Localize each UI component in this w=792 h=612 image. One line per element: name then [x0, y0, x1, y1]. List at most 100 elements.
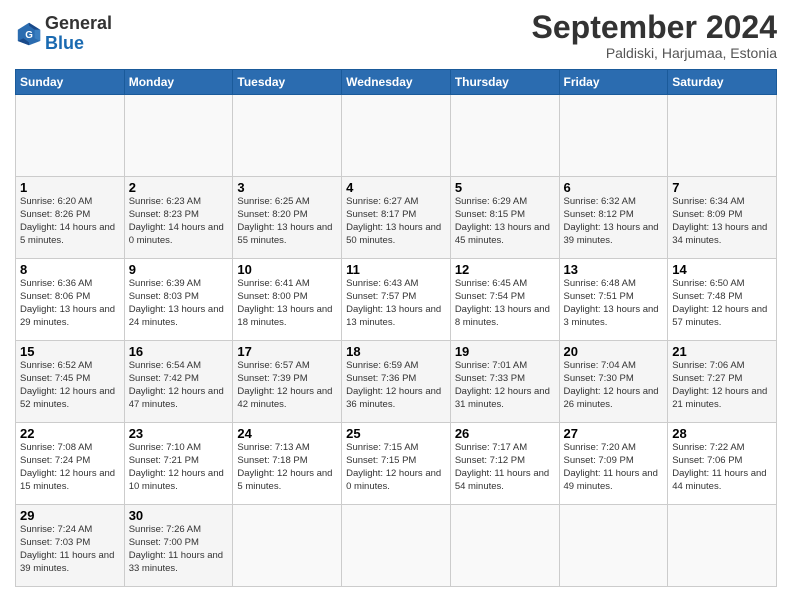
- calendar-day-cell: [668, 505, 777, 587]
- day-info: Sunrise: 7:17 AM Sunset: 7:12 PM Dayligh…: [455, 442, 555, 493]
- header-thursday: Thursday: [450, 70, 559, 95]
- weekday-header-row: Sunday Monday Tuesday Wednesday Thursday…: [16, 70, 777, 95]
- calendar-day-cell: 21Sunrise: 7:06 AM Sunset: 7:27 PM Dayli…: [668, 341, 777, 423]
- day-info: Sunrise: 6:36 AM Sunset: 8:06 PM Dayligh…: [20, 278, 120, 329]
- day-number: 1: [20, 180, 120, 195]
- day-number: 7: [672, 180, 772, 195]
- calendar-day-cell: 5Sunrise: 6:29 AM Sunset: 8:15 PM Daylig…: [450, 177, 559, 259]
- day-number: 3: [237, 180, 337, 195]
- day-number: 12: [455, 262, 555, 277]
- day-info: Sunrise: 7:06 AM Sunset: 7:27 PM Dayligh…: [672, 360, 772, 411]
- day-number: 27: [564, 426, 664, 441]
- day-number: 30: [129, 508, 229, 523]
- day-info: Sunrise: 6:45 AM Sunset: 7:54 PM Dayligh…: [455, 278, 555, 329]
- calendar-day-cell: 7Sunrise: 6:34 AM Sunset: 8:09 PM Daylig…: [668, 177, 777, 259]
- day-info: Sunrise: 6:54 AM Sunset: 7:42 PM Dayligh…: [129, 360, 229, 411]
- day-number: 5: [455, 180, 555, 195]
- calendar-day-cell: [559, 95, 668, 177]
- day-info: Sunrise: 6:50 AM Sunset: 7:48 PM Dayligh…: [672, 278, 772, 329]
- day-info: Sunrise: 7:22 AM Sunset: 7:06 PM Dayligh…: [672, 442, 772, 493]
- logo: G General Blue: [15, 14, 112, 54]
- day-info: Sunrise: 6:32 AM Sunset: 8:12 PM Dayligh…: [564, 196, 664, 247]
- calendar-week-row: 22Sunrise: 7:08 AM Sunset: 7:24 PM Dayli…: [16, 423, 777, 505]
- day-info: Sunrise: 7:10 AM Sunset: 7:21 PM Dayligh…: [129, 442, 229, 493]
- day-number: 20: [564, 344, 664, 359]
- calendar-day-cell: [559, 505, 668, 587]
- day-info: Sunrise: 7:24 AM Sunset: 7:03 PM Dayligh…: [20, 524, 120, 575]
- day-number: 28: [672, 426, 772, 441]
- day-number: 13: [564, 262, 664, 277]
- calendar-body: 1Sunrise: 6:20 AM Sunset: 8:26 PM Daylig…: [16, 95, 777, 587]
- calendar-day-cell: [668, 95, 777, 177]
- calendar-day-cell: 30Sunrise: 7:26 AM Sunset: 7:00 PM Dayli…: [124, 505, 233, 587]
- calendar-day-cell: 10Sunrise: 6:41 AM Sunset: 8:00 PM Dayli…: [233, 259, 342, 341]
- calendar-day-cell: 29Sunrise: 7:24 AM Sunset: 7:03 PM Dayli…: [16, 505, 125, 587]
- day-number: 2: [129, 180, 229, 195]
- calendar-day-cell: 15Sunrise: 6:52 AM Sunset: 7:45 PM Dayli…: [16, 341, 125, 423]
- calendar-day-cell: 19Sunrise: 7:01 AM Sunset: 7:33 PM Dayli…: [450, 341, 559, 423]
- day-number: 8: [20, 262, 120, 277]
- day-number: 23: [129, 426, 229, 441]
- calendar-day-cell: 3Sunrise: 6:25 AM Sunset: 8:20 PM Daylig…: [233, 177, 342, 259]
- calendar-day-cell: 1Sunrise: 6:20 AM Sunset: 8:26 PM Daylig…: [16, 177, 125, 259]
- calendar-day-cell: 13Sunrise: 6:48 AM Sunset: 7:51 PM Dayli…: [559, 259, 668, 341]
- calendar-day-cell: 24Sunrise: 7:13 AM Sunset: 7:18 PM Dayli…: [233, 423, 342, 505]
- month-title: September 2024: [532, 10, 777, 45]
- header-wednesday: Wednesday: [342, 70, 451, 95]
- calendar-day-cell: 22Sunrise: 7:08 AM Sunset: 7:24 PM Dayli…: [16, 423, 125, 505]
- header-monday: Monday: [124, 70, 233, 95]
- calendar-day-cell: 20Sunrise: 7:04 AM Sunset: 7:30 PM Dayli…: [559, 341, 668, 423]
- day-info: Sunrise: 6:52 AM Sunset: 7:45 PM Dayligh…: [20, 360, 120, 411]
- day-info: Sunrise: 6:27 AM Sunset: 8:17 PM Dayligh…: [346, 196, 446, 247]
- day-number: 15: [20, 344, 120, 359]
- day-number: 24: [237, 426, 337, 441]
- day-info: Sunrise: 6:48 AM Sunset: 7:51 PM Dayligh…: [564, 278, 664, 329]
- day-number: 26: [455, 426, 555, 441]
- calendar-day-cell: 16Sunrise: 6:54 AM Sunset: 7:42 PM Dayli…: [124, 341, 233, 423]
- day-number: 29: [20, 508, 120, 523]
- calendar-day-cell: [342, 95, 451, 177]
- header-friday: Friday: [559, 70, 668, 95]
- day-info: Sunrise: 7:13 AM Sunset: 7:18 PM Dayligh…: [237, 442, 337, 493]
- svg-text:G: G: [25, 30, 33, 41]
- day-number: 21: [672, 344, 772, 359]
- calendar-day-cell: [124, 95, 233, 177]
- calendar-day-cell: 4Sunrise: 6:27 AM Sunset: 8:17 PM Daylig…: [342, 177, 451, 259]
- day-number: 17: [237, 344, 337, 359]
- calendar-week-row: 15Sunrise: 6:52 AM Sunset: 7:45 PM Dayli…: [16, 341, 777, 423]
- calendar-day-cell: 23Sunrise: 7:10 AM Sunset: 7:21 PM Dayli…: [124, 423, 233, 505]
- day-number: 25: [346, 426, 446, 441]
- calendar-table: Sunday Monday Tuesday Wednesday Thursday…: [15, 69, 777, 587]
- calendar-day-cell: 8Sunrise: 6:36 AM Sunset: 8:06 PM Daylig…: [16, 259, 125, 341]
- logo-general: General: [45, 13, 112, 33]
- page-header: G General Blue September 2024 Paldiski, …: [15, 10, 777, 61]
- title-block: September 2024 Paldiski, Harjumaa, Eston…: [532, 10, 777, 61]
- day-info: Sunrise: 6:29 AM Sunset: 8:15 PM Dayligh…: [455, 196, 555, 247]
- calendar-day-cell: 6Sunrise: 6:32 AM Sunset: 8:12 PM Daylig…: [559, 177, 668, 259]
- calendar-day-cell: 28Sunrise: 7:22 AM Sunset: 7:06 PM Dayli…: [668, 423, 777, 505]
- day-number: 14: [672, 262, 772, 277]
- calendar-day-cell: 12Sunrise: 6:45 AM Sunset: 7:54 PM Dayli…: [450, 259, 559, 341]
- day-info: Sunrise: 6:57 AM Sunset: 7:39 PM Dayligh…: [237, 360, 337, 411]
- calendar-day-cell: 14Sunrise: 6:50 AM Sunset: 7:48 PM Dayli…: [668, 259, 777, 341]
- location-subtitle: Paldiski, Harjumaa, Estonia: [532, 45, 777, 61]
- day-info: Sunrise: 7:26 AM Sunset: 7:00 PM Dayligh…: [129, 524, 229, 575]
- header-sunday: Sunday: [16, 70, 125, 95]
- calendar-day-cell: [450, 95, 559, 177]
- calendar-day-cell: 11Sunrise: 6:43 AM Sunset: 7:57 PM Dayli…: [342, 259, 451, 341]
- day-info: Sunrise: 6:34 AM Sunset: 8:09 PM Dayligh…: [672, 196, 772, 247]
- calendar-day-cell: [342, 505, 451, 587]
- day-number: 11: [346, 262, 446, 277]
- calendar-day-cell: 2Sunrise: 6:23 AM Sunset: 8:23 PM Daylig…: [124, 177, 233, 259]
- day-info: Sunrise: 6:39 AM Sunset: 8:03 PM Dayligh…: [129, 278, 229, 329]
- day-number: 18: [346, 344, 446, 359]
- page-container: G General Blue September 2024 Paldiski, …: [0, 0, 792, 597]
- day-info: Sunrise: 6:59 AM Sunset: 7:36 PM Dayligh…: [346, 360, 446, 411]
- logo-blue: Blue: [45, 33, 84, 53]
- calendar-day-cell: [16, 95, 125, 177]
- header-saturday: Saturday: [668, 70, 777, 95]
- day-number: 22: [20, 426, 120, 441]
- calendar-week-row: 8Sunrise: 6:36 AM Sunset: 8:06 PM Daylig…: [16, 259, 777, 341]
- calendar-day-cell: 26Sunrise: 7:17 AM Sunset: 7:12 PM Dayli…: [450, 423, 559, 505]
- day-info: Sunrise: 6:23 AM Sunset: 8:23 PM Dayligh…: [129, 196, 229, 247]
